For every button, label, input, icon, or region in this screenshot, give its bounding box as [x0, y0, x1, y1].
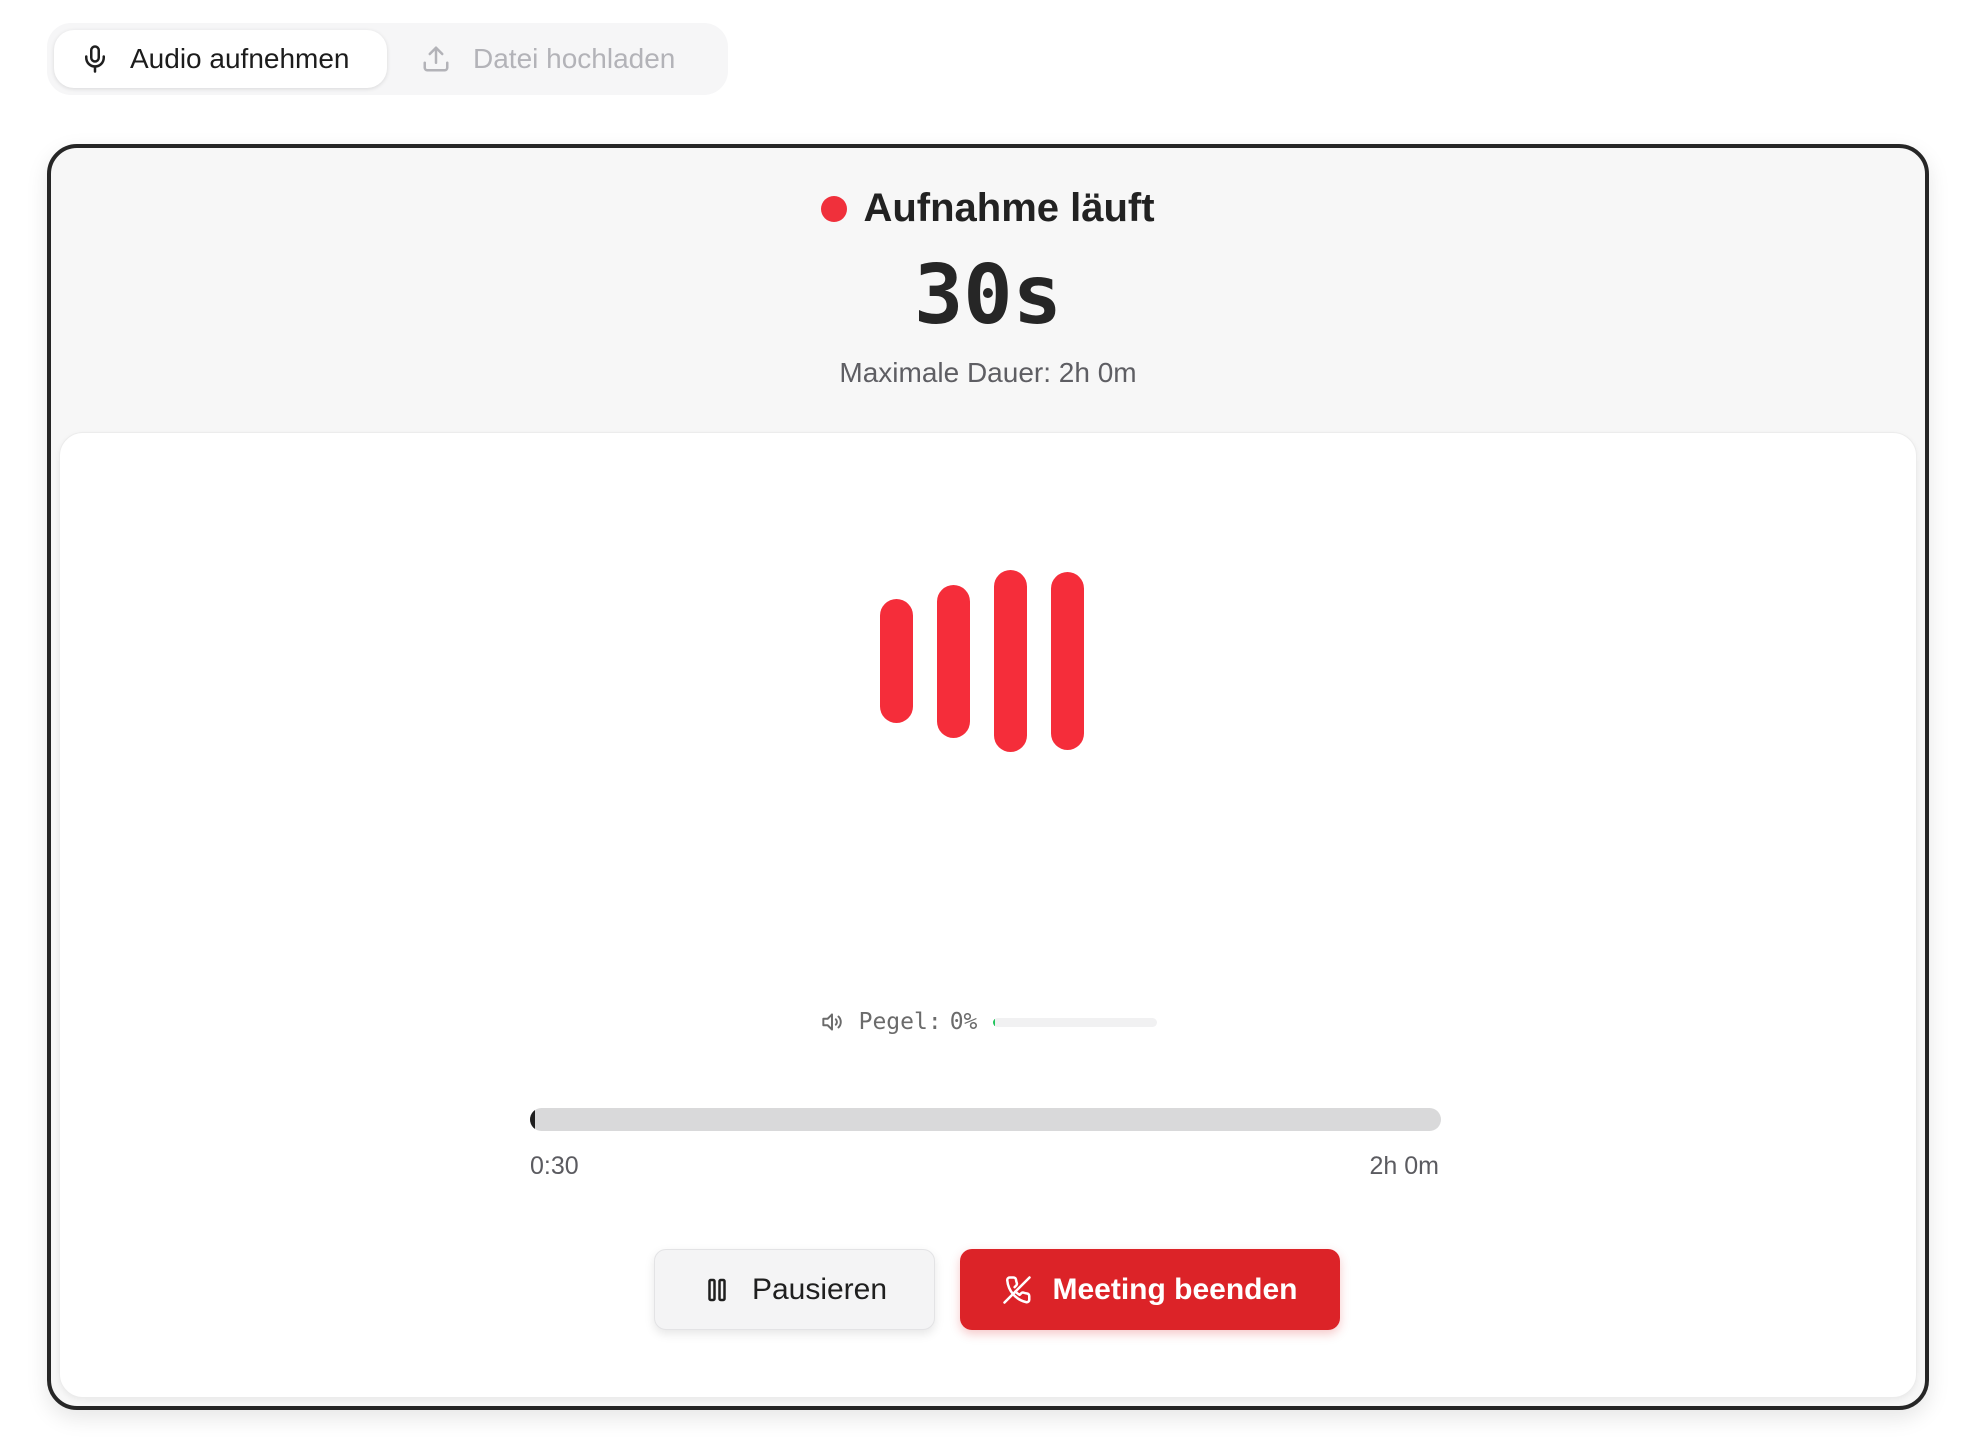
level-meter [993, 1017, 1158, 1027]
level-meter-fill [993, 1017, 996, 1027]
tab-upload-file[interactable]: Datei hochladen [395, 30, 701, 88]
end-meeting-button[interactable]: Meeting beenden [960, 1249, 1340, 1330]
pause-icon [702, 1275, 732, 1305]
duration-progress-fill [530, 1108, 535, 1131]
recording-status-text: Aufnahme läuft [863, 186, 1155, 230]
input-level: Pegel: 0% [60, 1009, 1916, 1035]
waveform-bar [994, 570, 1027, 752]
pause-button-label: Pausieren [751, 1272, 888, 1306]
mode-tabs: Audio aufnehmen Datei hochladen [47, 23, 728, 95]
upload-icon [421, 44, 451, 74]
waveform-bar [937, 584, 970, 738]
recording-card: Aufnahme läuft 30s Maximale Dauer: 2h 0m… [47, 144, 1929, 1410]
speaker-icon [819, 1009, 845, 1035]
pause-button[interactable]: Pausieren [654, 1249, 935, 1330]
recording-status: Aufnahme läuft [51, 186, 1925, 231]
duration-progress-bar [530, 1108, 1441, 1131]
waveform-bar [880, 599, 913, 723]
elapsed-timer: 30s [913, 248, 1063, 343]
level-label: Pegel: [858, 1009, 942, 1035]
tab-record-label: Audio aufnehmen [130, 43, 350, 74]
level-value: 0% [949, 1009, 978, 1035]
tab-upload-label: Datei hochladen [473, 43, 676, 74]
recording-indicator-dot [821, 195, 848, 222]
end-meeting-button-label: Meeting beenden [1052, 1272, 1298, 1306]
progress-current-time: 0:30 [530, 1152, 579, 1180]
microphone-icon [80, 44, 110, 74]
waveform-bar [1051, 572, 1084, 750]
recorder-panel: Pegel: 0% 0:30 2h 0m Pausieren Meeting b… [59, 432, 1917, 1398]
tab-record-audio[interactable]: Audio aufnehmen [54, 30, 387, 88]
phone-off-icon [1002, 1275, 1032, 1305]
progress-total-time: 2h 0m [1369, 1152, 1439, 1180]
max-duration-text: Maximale Dauer: 2h 0m [839, 357, 1137, 388]
